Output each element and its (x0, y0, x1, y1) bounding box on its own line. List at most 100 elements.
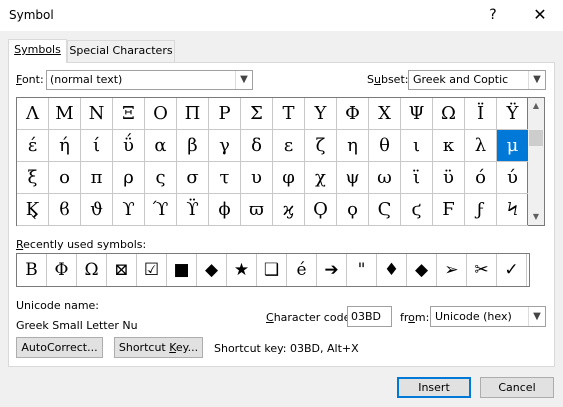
symbol-cell[interactable]: Ϙ (305, 194, 337, 226)
symbol-cell[interactable]: ϐ (49, 194, 81, 226)
recent-symbol-cell[interactable]: ◆ (407, 254, 437, 286)
symbol-cell[interactable]: β (177, 130, 209, 162)
symbol-cell[interactable]: Φ (337, 98, 369, 130)
recent-symbol-cell[interactable]: ❑ (257, 254, 287, 286)
symbol-grid-scrollbar[interactable]: ▲ ▼ (528, 97, 545, 226)
symbol-cell[interactable]: φ (273, 162, 305, 194)
symbol-cell[interactable]: Ψ (401, 98, 433, 130)
symbol-cell[interactable]: Σ (241, 98, 273, 130)
recent-symbol-cell[interactable]: B (17, 254, 47, 286)
scroll-up-icon[interactable]: ▲ (528, 98, 544, 114)
chevron-down-icon[interactable]: ▼ (528, 307, 545, 326)
symbol-cell[interactable]: ϑ (81, 194, 113, 226)
recent-symbol-cell[interactable]: ■ (167, 254, 197, 286)
autocorrect-button[interactable]: AutoCorrect... (16, 337, 103, 358)
symbol-cell[interactable]: Ϛ (369, 194, 401, 226)
insert-button[interactable]: Insert (397, 377, 471, 398)
symbol-cell[interactable]: ί (81, 130, 113, 162)
chevron-down-icon[interactable]: ▼ (528, 71, 545, 89)
symbol-cell[interactable]: ϊ (401, 162, 433, 194)
symbol-cell[interactable]: μ (497, 130, 529, 162)
symbol-cell[interactable]: π (81, 162, 113, 194)
recent-symbol-cell[interactable]: ➢ (437, 254, 467, 286)
symbol-cell[interactable]: ξ (17, 162, 49, 194)
character-code-input[interactable]: 03BD (347, 306, 392, 327)
tab-symbols[interactable]: Symbols (8, 39, 67, 63)
symbol-cell[interactable]: υ (241, 162, 273, 194)
symbol-cell[interactable]: χ (305, 162, 337, 194)
symbol-cell[interactable]: ζ (305, 130, 337, 162)
symbol-cell[interactable]: ς (145, 162, 177, 194)
symbol-cell[interactable]: α (145, 130, 177, 162)
symbol-cell[interactable]: Π (177, 98, 209, 130)
symbol-cell[interactable]: λ (465, 130, 497, 162)
chevron-down-icon[interactable]: ▼ (235, 71, 252, 89)
recent-symbol-cell[interactable]: ⊠ (107, 254, 137, 286)
symbol-cell[interactable]: σ (177, 162, 209, 194)
shortcut-key-button[interactable]: Shortcut Key... (114, 337, 203, 358)
symbol-cell[interactable]: ω (369, 162, 401, 194)
symbol-cell[interactable]: Ϗ (17, 194, 49, 226)
recent-symbol-cell[interactable]: ◆ (197, 254, 227, 286)
symbol-cell[interactable]: ϓ (145, 194, 177, 226)
symbol-cell[interactable]: έ (17, 130, 49, 162)
symbol-cell[interactable]: θ (369, 130, 401, 162)
font-dropdown[interactable]: (normal text) ▼ (46, 70, 253, 90)
symbol-cell[interactable]: τ (209, 162, 241, 194)
symbol-cell[interactable]: ρ (113, 162, 145, 194)
symbol-cell[interactable]: ε (273, 130, 305, 162)
symbol-cell[interactable]: Ϊ (465, 98, 497, 130)
scroll-thumb[interactable] (529, 130, 543, 146)
symbol-cell[interactable]: ϒ (113, 194, 145, 226)
from-dropdown[interactable]: Unicode (hex) ▼ (430, 306, 546, 327)
cancel-button[interactable]: Cancel (480, 377, 554, 398)
symbol-cell[interactable]: ϖ (241, 194, 273, 226)
symbol-cell[interactable]: ϝ (465, 194, 497, 226)
recent-symbol-cell[interactable]: ☑ (137, 254, 167, 286)
recent-symbol-cell[interactable]: " (347, 254, 377, 286)
symbol-cell[interactable]: ό (465, 162, 497, 194)
symbol-cell[interactable]: Ω (433, 98, 465, 130)
symbol-cell[interactable]: ϕ (209, 194, 241, 226)
scroll-down-icon[interactable]: ▼ (528, 209, 544, 225)
symbol-cell[interactable]: γ (209, 130, 241, 162)
symbol-cell[interactable]: Μ (49, 98, 81, 130)
symbol-cell[interactable]: Υ (305, 98, 337, 130)
symbol-cell[interactable]: ύ (497, 162, 529, 194)
symbol-cell[interactable]: Τ (273, 98, 305, 130)
symbol-cell[interactable]: Ρ (209, 98, 241, 130)
symbol-cell[interactable]: ή (49, 130, 81, 162)
close-button[interactable]: ✕ (522, 2, 558, 28)
symbol-cell[interactable]: Χ (369, 98, 401, 130)
tab-special-characters[interactable]: Special Characters (67, 40, 175, 62)
recent-symbol-cell[interactable]: ♦ (377, 254, 407, 286)
symbol-cell[interactable]: η (337, 130, 369, 162)
symbol-cell[interactable]: Λ (17, 98, 49, 130)
symbol-cell[interactable]: Ϋ (497, 98, 529, 130)
symbol-cell[interactable]: ϗ (273, 194, 305, 226)
symbol-cell[interactable]: ψ (337, 162, 369, 194)
symbol-cell[interactable]: ΰ (113, 130, 145, 162)
symbol-grid[interactable]: ΛΜΝΞΟΠΡΣΤΥΦΧΨΩΪΫέήίΰαβγδεζηθικλμ ξοπρςστυ… (16, 97, 529, 226)
symbol-cell[interactable]: Ξ (113, 98, 145, 130)
recent-symbol-cell[interactable]: ✂ (467, 254, 497, 286)
recent-symbol-cell[interactable]: é (287, 254, 317, 286)
subset-dropdown[interactable]: Greek and Coptic ▼ (408, 70, 546, 90)
symbol-cell[interactable]: Ν (81, 98, 113, 130)
symbol-cell[interactable]: ο (49, 162, 81, 194)
recent-symbol-cell[interactable]: ✓ (497, 254, 527, 286)
symbol-cell[interactable]: Ο (145, 98, 177, 130)
symbol-cell[interactable]: ι (401, 130, 433, 162)
symbol-cell[interactable]: κ (433, 130, 465, 162)
recent-symbol-cell[interactable]: ★ (227, 254, 257, 286)
symbol-cell[interactable]: ϋ (433, 162, 465, 194)
symbol-cell[interactable]: ϔ (177, 194, 209, 226)
recent-symbol-cell[interactable]: ➔ (317, 254, 347, 286)
symbol-cell[interactable]: Ϝ (433, 194, 465, 226)
symbol-cell[interactable]: δ (241, 130, 273, 162)
recent-symbol-cell[interactable]: Φ (47, 254, 77, 286)
symbol-cell[interactable]: Ϟ (497, 194, 529, 226)
symbol-cell[interactable]: ϛ (401, 194, 433, 226)
help-button[interactable]: ? (478, 2, 508, 28)
symbol-cell[interactable]: ϙ (337, 194, 369, 226)
